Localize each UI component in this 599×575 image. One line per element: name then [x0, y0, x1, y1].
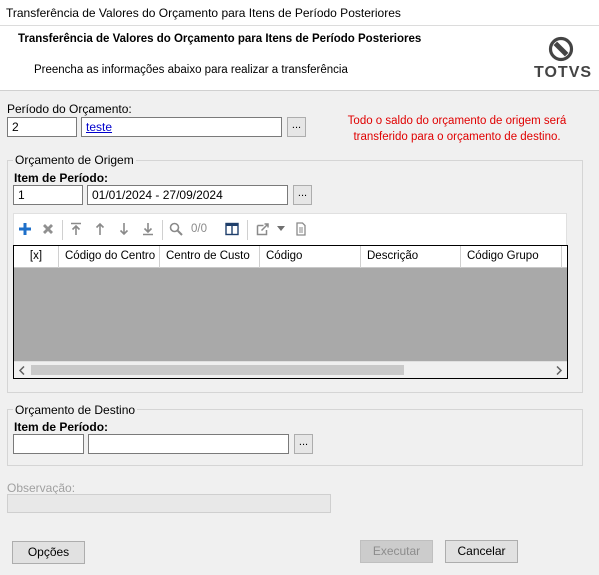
export-icon[interactable]: [256, 222, 270, 236]
periodo-description-field[interactable]: teste: [81, 117, 282, 137]
destino-item-code-input[interactable]: [13, 434, 84, 454]
periodo-code-input[interactable]: 2: [7, 117, 77, 137]
chevron-down-icon[interactable]: [277, 226, 285, 232]
transfer-note: Todo o saldo do orçamento de origem será…: [337, 113, 577, 145]
totvs-logo-text: TOTVS: [534, 64, 593, 81]
window-titlebar: Transferência de Valores do Orçamento pa…: [0, 0, 599, 26]
move-up-icon[interactable]: [93, 222, 107, 236]
scroll-left-icon[interactable]: [18, 366, 26, 375]
observacao-field: [7, 494, 331, 513]
transfer-note-line1: Todo o saldo do orçamento de origem será: [347, 115, 567, 127]
origem-item-description-input[interactable]: 01/01/2024 - 27/09/2024: [87, 185, 288, 205]
page-counter: 0/0: [191, 223, 207, 235]
origem-lookup-button[interactable]: ...: [293, 185, 312, 205]
grid-toolbar: 0/0: [13, 213, 567, 245]
cancel-button[interactable]: Cancelar: [445, 540, 518, 563]
periodo-description-link[interactable]: teste: [86, 120, 112, 134]
move-down-icon[interactable]: [117, 222, 131, 236]
scrollbar-thumb[interactable]: [31, 365, 404, 375]
scroll-right-icon[interactable]: [555, 366, 563, 375]
origem-item-code-input[interactable]: 1: [13, 185, 83, 205]
toolbar-separator: [162, 220, 163, 240]
destino-lookup-button[interactable]: ...: [294, 434, 313, 454]
document-icon[interactable]: [294, 222, 308, 236]
items-grid[interactable]: [x] Código do Centro Centro de Custo Cód…: [13, 245, 568, 379]
grid-header: [x] Código do Centro Centro de Custo Cód…: [14, 246, 567, 268]
toolbar-separator: [247, 220, 248, 240]
column-header-codigo-centro[interactable]: Código do Centro: [59, 246, 160, 268]
transfer-note-line2: transferido para o orçamento de destino.: [353, 131, 561, 143]
execute-button[interactable]: Executar: [360, 540, 433, 563]
column-header-codigo[interactable]: Código: [260, 246, 361, 268]
move-bottom-icon[interactable]: [141, 222, 155, 236]
totvs-logo-icon: [548, 36, 574, 62]
header-subtitle: Preencha as informações abaixo para real…: [34, 64, 348, 76]
delete-icon[interactable]: [41, 222, 55, 236]
column-header-centro-custo[interactable]: Centro de Custo: [160, 246, 260, 268]
window-title: Transferência de Valores do Orçamento pa…: [6, 6, 401, 20]
column-header-descricao[interactable]: Descrição: [361, 246, 461, 268]
column-header-codigo-grupo[interactable]: Código Grupo: [461, 246, 562, 268]
observacao-label: Observação:: [7, 481, 76, 495]
dialog-header: Transferência de Valores do Orçamento pa…: [0, 26, 599, 91]
grid-body[interactable]: [14, 268, 567, 361]
destino-item-description-input[interactable]: [88, 434, 289, 454]
periodo-lookup-button[interactable]: ...: [287, 117, 306, 137]
horizontal-scrollbar[interactable]: [14, 361, 567, 378]
origem-item-label: Item de Período:: [14, 171, 109, 185]
move-top-icon[interactable]: [69, 222, 83, 236]
toolbar-separator: [62, 220, 63, 240]
options-button[interactable]: Opções: [12, 541, 85, 564]
header-title: Transferência de Valores do Orçamento pa…: [18, 33, 422, 45]
columns-icon[interactable]: [225, 222, 239, 236]
origem-legend: Orçamento de Origem: [13, 153, 136, 167]
periodo-label: Período do Orçamento:: [7, 102, 132, 116]
add-icon[interactable]: [18, 222, 32, 236]
column-header-select[interactable]: [x]: [14, 246, 59, 268]
search-icon[interactable]: [169, 222, 183, 236]
destino-item-label: Item de Período:: [14, 420, 109, 434]
destino-legend: Orçamento de Destino: [13, 403, 138, 417]
